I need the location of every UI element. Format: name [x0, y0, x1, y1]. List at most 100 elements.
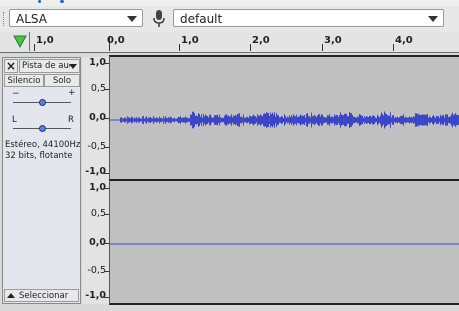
waveform-sample: [254, 115, 255, 125]
ruler-label: 4,0: [395, 35, 413, 46]
ruler-label: 1,0: [36, 35, 54, 46]
waveform-sample: [428, 117, 429, 123]
mute-button[interactable]: Silencio: [4, 74, 44, 87]
waveform-sample: [175, 118, 176, 122]
waveform-sample: [229, 116, 230, 124]
waveform-sample: [126, 118, 127, 122]
waveform-sample: [415, 113, 416, 127]
track-sample-format: 32 bits, flotante: [5, 151, 73, 161]
waveform-sample: [251, 116, 252, 124]
waveform-sample: [297, 117, 298, 123]
waveform-sample: [220, 117, 221, 123]
waveform-right-channel[interactable]: [109, 179, 459, 305]
waveform-sample: [375, 117, 376, 123]
waveform-sample: [245, 117, 246, 123]
waveform-sample: [123, 118, 124, 122]
waveform-sample: [425, 114, 426, 126]
waveform-sample: [122, 118, 123, 122]
waveform-left-channel[interactable]: [109, 55, 459, 181]
waveform-sample: [414, 116, 415, 124]
waveform-sample: [221, 117, 222, 123]
waveform-sample: [358, 116, 359, 124]
waveform-sample: [292, 116, 293, 124]
waveform-sample: [282, 116, 283, 124]
waveform-sample: [219, 114, 220, 126]
waveform-sample: [242, 117, 243, 123]
pan-slider-knob[interactable]: [39, 125, 46, 132]
waveform-sample: [172, 118, 173, 122]
waveform-sample: [262, 116, 263, 124]
waveform-sample: [211, 116, 212, 124]
waveform-sample: [137, 118, 138, 122]
toolbar-meter-marker: [38, 0, 41, 3]
track-control-panel[interactable]: × Pista de audio Silencio Solo − + L R E…: [2, 57, 81, 304]
select-track-button[interactable]: Seleccionar: [4, 289, 79, 302]
waveform-sample: [164, 118, 165, 122]
gain-slider-knob[interactable]: [39, 99, 46, 106]
close-track-button[interactable]: ×: [4, 59, 18, 73]
waveform-sample: [383, 115, 384, 125]
waveform-sample: [160, 117, 161, 123]
ruler-label: 2,0: [252, 35, 270, 46]
waveform-sample: [424, 114, 425, 126]
recording-device-dropdown[interactable]: default: [173, 9, 444, 27]
waveform-sample: [324, 117, 325, 123]
waveform-sample: [397, 116, 398, 124]
waveform-sample: [389, 115, 390, 125]
waveform-sample: [457, 115, 458, 125]
solo-button[interactable]: Solo: [44, 74, 80, 87]
waveform-sample: [263, 114, 264, 126]
waveform-sample: [401, 115, 402, 125]
waveform-sample: [149, 117, 150, 123]
waveform-sample: [360, 114, 361, 126]
waveform-sample: [416, 113, 417, 127]
waveform-sample: [391, 117, 392, 123]
waveform-sample: [352, 114, 353, 126]
waveform-sample: [266, 112, 267, 128]
waveform-sample: [443, 114, 444, 126]
toolbar-grip[interactable]: [3, 12, 6, 26]
waveform-sample: [182, 117, 183, 123]
waveform-sample: [300, 114, 301, 126]
waveform-sample: [308, 116, 309, 124]
waveform-sample: [275, 116, 276, 124]
waveform-sample: [287, 116, 288, 124]
waveform-sample: [284, 114, 285, 126]
waveform-sample: [222, 117, 223, 123]
scale-label: -0,5: [87, 265, 106, 276]
waveform-sample: [453, 115, 454, 125]
vertical-scale[interactable]: 1,0 0,5 0,0 -0,5 -1,0 1,0 0,5 0,0 -0,5 -…: [82, 57, 109, 304]
waveform-sample: [141, 118, 142, 122]
waveform-svg: [110, 111, 459, 129]
waveform-sample: [205, 114, 206, 126]
waveform-sample: [184, 117, 185, 123]
waveform-sample: [257, 114, 258, 126]
waveform-sample: [125, 117, 126, 123]
waveform-sample: [244, 117, 245, 123]
waveform-sample: [451, 114, 452, 126]
waveform-sample: [235, 114, 236, 126]
waveform-sample: [290, 117, 291, 123]
timeline-ruler[interactable]: 1,0 0,0 1,0 2,0 3,0 4,0: [0, 32, 459, 53]
waveform-sample: [256, 117, 257, 123]
play-head-icon[interactable]: [13, 34, 27, 49]
waveform-sample: [283, 117, 284, 123]
waveform-sample: [432, 116, 433, 124]
waveform-sample: [371, 117, 372, 123]
waveform-sample: [227, 115, 228, 125]
waveform-sample: [158, 118, 159, 122]
waveform-sample: [318, 114, 319, 126]
waveform-sample: [151, 118, 152, 122]
waveform-sample: [130, 118, 131, 122]
waveform-sample: [140, 118, 141, 122]
audio-host-dropdown[interactable]: ALSA: [9, 9, 143, 27]
ruler-label: 0,0: [107, 35, 125, 46]
waveform-sample: [176, 118, 177, 122]
waveform-sample: [402, 115, 403, 125]
waveform-sample: [293, 114, 294, 126]
waveform-sample: [252, 115, 253, 125]
waveform-sample: [230, 116, 231, 124]
waveform-sample: [348, 116, 349, 124]
waveform-sample: [334, 114, 335, 126]
track-menu-button[interactable]: Pista de audio: [19, 59, 80, 73]
